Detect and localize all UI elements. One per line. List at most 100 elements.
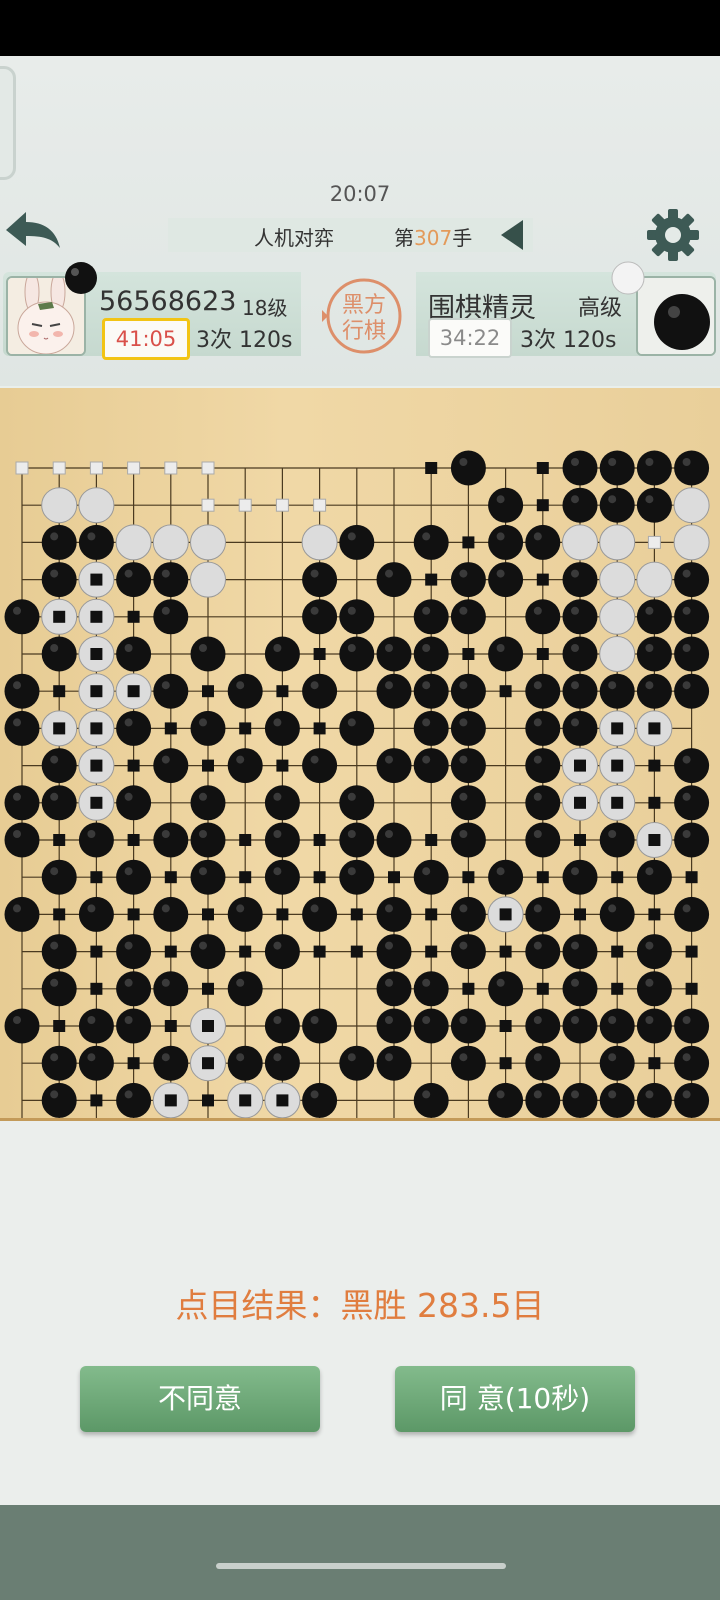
black-stone [302, 896, 338, 932]
stone-highlight [608, 1016, 617, 1024]
back-arrow-icon[interactable] [2, 206, 64, 256]
black-territory-marker [53, 685, 66, 698]
dead-stone-marker [90, 759, 103, 772]
black-stone [488, 487, 524, 523]
black-stone [4, 785, 40, 821]
stone-highlight [347, 718, 356, 727]
stone-highlight [310, 755, 319, 764]
black-stone [302, 599, 338, 635]
black-territory-marker [536, 982, 549, 995]
move-number: 307 [414, 226, 453, 250]
stone-highlight [682, 904, 691, 913]
triangle-left-icon[interactable] [501, 220, 523, 250]
black-stone [413, 599, 449, 635]
black-territory-marker [648, 796, 661, 809]
stone-highlight [459, 718, 468, 727]
stone-highlight [347, 606, 356, 615]
black-stone [339, 710, 375, 746]
black-territory-marker [239, 722, 252, 735]
black-territory-marker [536, 462, 549, 474]
black-stone [599, 1045, 635, 1081]
black-stone [116, 562, 152, 598]
stone-highlight [87, 830, 96, 838]
stone-highlight [385, 644, 393, 652]
board-grid[interactable] [0, 388, 720, 1156]
black-territory-marker [202, 685, 214, 698]
black-territory-marker [462, 982, 475, 995]
home-indicator[interactable] [216, 1563, 506, 1569]
dead-stone-marker [53, 722, 66, 735]
agree-button[interactable]: 同 意(10秒) [395, 1366, 635, 1432]
stone-highlight [50, 644, 59, 652]
stone-highlight [124, 1090, 133, 1099]
stone-highlight [533, 941, 542, 950]
black-stone [636, 636, 672, 672]
stone-highlight [13, 1016, 21, 1024]
black-stone [116, 1008, 152, 1044]
dead-stone-marker [127, 685, 140, 698]
turn-stamp-line1: 黑方 [342, 293, 386, 318]
black-stone [413, 524, 449, 560]
stone-highlight [385, 755, 393, 764]
black-stone [376, 748, 412, 784]
stone-highlight [161, 904, 170, 913]
black-stone [636, 487, 672, 523]
black-stone [153, 562, 189, 598]
stone-highlight [50, 532, 59, 541]
black-stone [488, 636, 524, 672]
black-territory-marker [425, 834, 438, 846]
white-stone [599, 561, 636, 598]
stone-highlight [496, 644, 505, 652]
black-territory-marker [202, 759, 214, 772]
black-stone [376, 562, 412, 598]
white-territory-marker [52, 461, 66, 475]
black-stone [413, 1008, 449, 1044]
dead-stone-marker [611, 759, 624, 772]
stone-highlight [236, 755, 245, 764]
go-stones-avatar-icon [638, 278, 714, 354]
black-stone [450, 1045, 486, 1081]
stone-highlight [385, 941, 393, 950]
black-stone [339, 636, 375, 672]
stone-highlight [124, 718, 133, 727]
black-stone [413, 636, 449, 672]
black-stone [674, 673, 710, 709]
stone-highlight [13, 718, 21, 727]
side-panel-handle[interactable] [0, 66, 16, 180]
stone-highlight [422, 867, 431, 876]
stone-highlight [385, 681, 393, 690]
black-stone [264, 1008, 300, 1044]
black-stone [264, 1045, 300, 1081]
black-territory-marker [536, 648, 549, 660]
disagree-button[interactable]: 不同意 [80, 1366, 320, 1432]
stone-highlight [385, 978, 393, 987]
black-stone [562, 450, 598, 486]
white-player-avatar[interactable] [636, 276, 716, 356]
white-stone [190, 561, 226, 598]
dead-stone-marker [202, 1020, 214, 1032]
go-board[interactable] [0, 388, 720, 1156]
black-stone [525, 1082, 561, 1118]
stone-highlight [422, 718, 431, 727]
turn-stamp-line2: 行棋 [342, 319, 386, 344]
white-stone [673, 524, 710, 561]
black-stone [562, 971, 598, 1007]
white-stone [115, 524, 152, 561]
black-stone [525, 673, 561, 709]
black-territory-marker [611, 982, 624, 995]
black-player-name: 56568623 [99, 286, 237, 317]
black-stone [488, 1082, 524, 1118]
stone-highlight [273, 830, 282, 838]
black-territory-marker [462, 648, 475, 660]
black-stone [339, 859, 375, 895]
gear-icon[interactable] [645, 207, 701, 263]
black-stone [339, 524, 375, 560]
stone-highlight [50, 867, 59, 876]
stone-highlight [161, 1053, 170, 1062]
black-territory-marker [499, 1020, 512, 1032]
dead-stone-marker [90, 685, 103, 698]
black-territory-marker [127, 1057, 140, 1070]
black-stone [302, 748, 338, 784]
white-stone [673, 487, 710, 524]
stone-highlight [50, 792, 59, 801]
